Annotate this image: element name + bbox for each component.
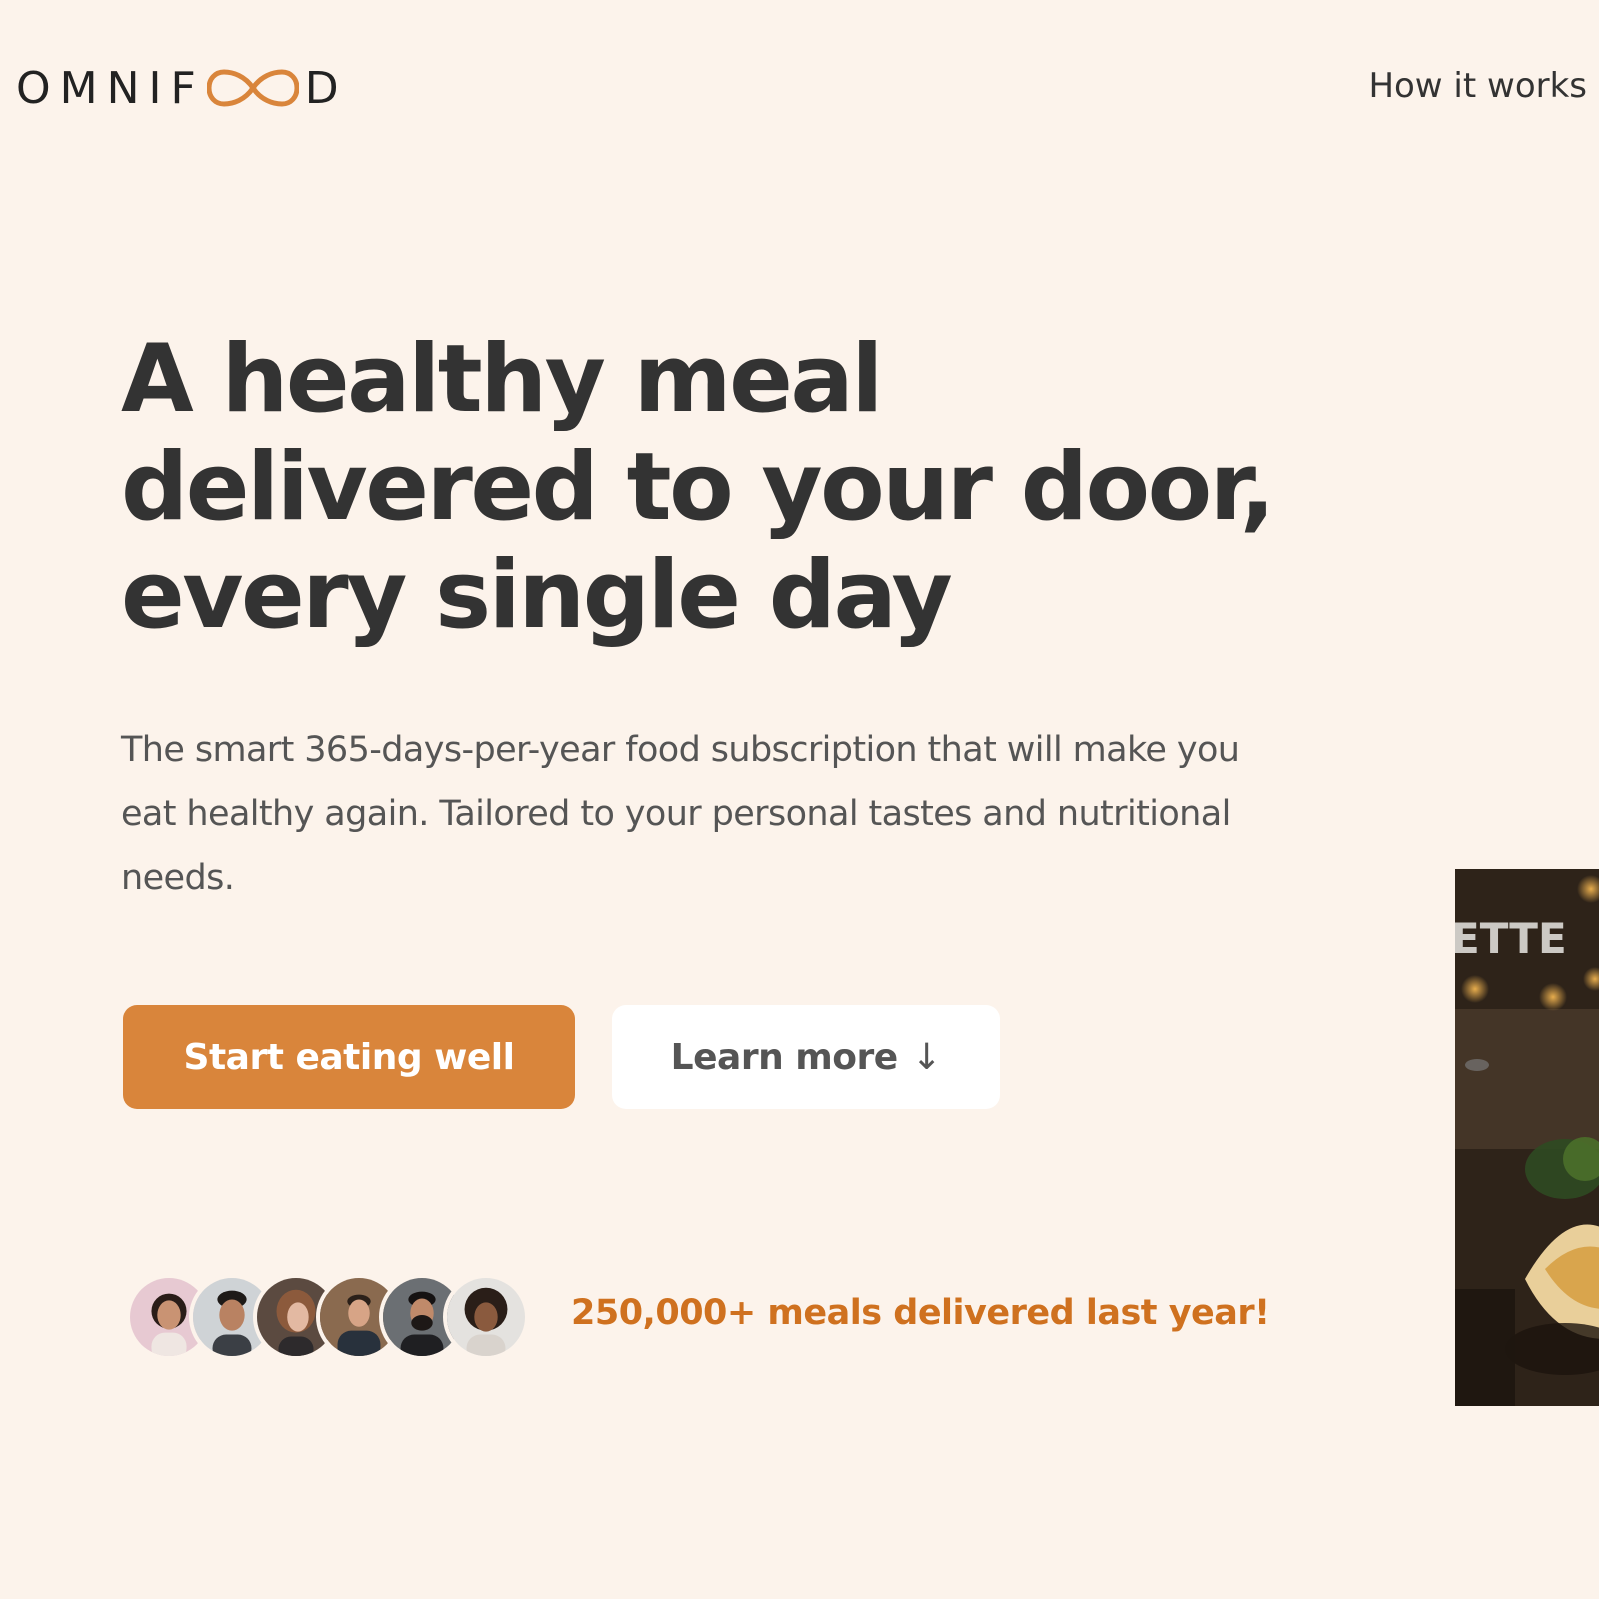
- customer-avatar: [443, 1274, 529, 1360]
- start-eating-well-button[interactable]: Start eating well: [123, 1005, 575, 1109]
- hero-title-line-3: every single day: [121, 541, 953, 650]
- meals-delivered-text: 250,000+ meals delivered last year!: [571, 1293, 1270, 1333]
- learn-more-button[interactable]: Learn more ↓: [612, 1005, 1000, 1109]
- arrow-down-icon: ↓: [911, 1036, 942, 1078]
- logo-text-left: OMNIF: [16, 62, 205, 114]
- restaurant-sign-text: ETTE: [1455, 914, 1567, 963]
- hero-description: The smart 365-days-per-year food subscri…: [121, 730, 1240, 898]
- hero-title-line-1: A healthy meal: [121, 325, 884, 434]
- hero-title-line-2: delivered to your door,: [121, 433, 1275, 542]
- learn-more-label: Learn more: [670, 1036, 898, 1078]
- nav-how-it-works[interactable]: How it works: [1368, 66, 1587, 106]
- infinity-logo-icon: [206, 66, 299, 110]
- logo-text-right: D: [304, 62, 348, 114]
- page: OMNIF D How it works A healthy meal deli…: [0, 0, 1599, 1599]
- start-eating-well-label: Start eating well: [183, 1036, 515, 1078]
- hero-image: ETTE: [1455, 869, 1599, 1406]
- hero-title: A healthy meal delivered to your door, e…: [121, 326, 1321, 650]
- omnifood-logo[interactable]: OMNIF D: [16, 60, 348, 116]
